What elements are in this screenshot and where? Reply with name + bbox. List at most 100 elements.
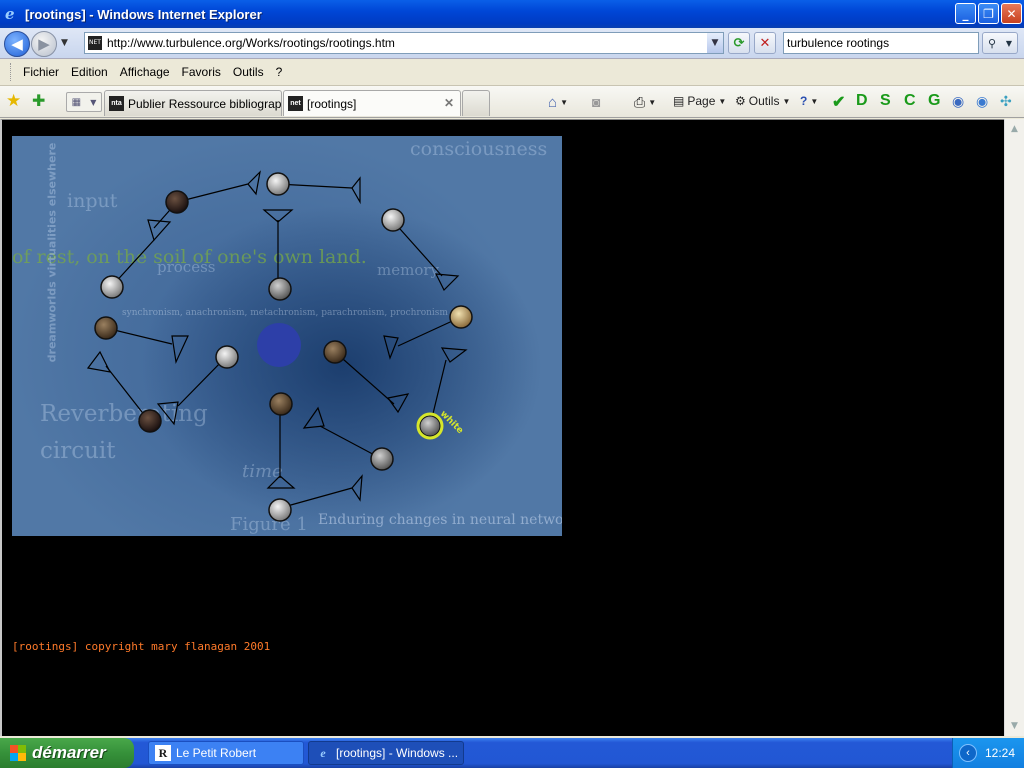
ie-icon: e [320,746,326,760]
home-button[interactable]: ⌂ ▼ [548,94,568,111]
close-tab-icon[interactable]: ✕ [444,96,454,110]
menu-help[interactable]: ? [270,65,289,79]
vertical-scrollbar[interactable]: ▲ ▼ [1004,119,1024,736]
globe-icon[interactable]: ◉ [952,93,964,110]
search-icon: ⚲ [987,36,996,50]
toolbar-c-button[interactable]: C [904,92,916,110]
scroll-up-icon[interactable]: ▲ [1007,121,1022,137]
toolbar-s-button[interactable]: S [880,92,891,110]
windows-flag-icon [10,745,26,761]
node[interactable] [268,277,292,301]
search-field[interactable] [783,32,979,54]
node[interactable] [138,409,162,433]
extension-icon[interactable]: ✣ [1000,93,1012,110]
chevron-left-icon[interactable]: ‹ [959,744,977,762]
scroll-down-icon[interactable]: ▼ [1007,718,1022,734]
node[interactable] [266,172,290,196]
page-menu-button[interactable]: ▤ Page ▼ [673,94,726,108]
arrow-right-icon: ▶ [38,35,50,53]
address-toolbar: ◀ ▶ ▼ NET ▼ ⟳ ✕ ⚲ ▼ [0,28,1024,59]
node-network[interactable]: white [12,136,562,536]
home-icon: ⌂ [548,94,558,111]
node[interactable] [100,275,124,299]
favorites-star-icon[interactable]: ★ [6,91,21,111]
close-button[interactable]: ✕ [1001,3,1022,24]
tab-favicon-icon: net [288,96,303,111]
search-input[interactable] [787,36,977,50]
print-button[interactable]: ⎙ ▼ [634,94,656,111]
menu-favoris[interactable]: Favoris [176,65,227,79]
page-content: consciousness input of rest, on the soil… [0,119,1004,736]
node[interactable] [269,392,293,416]
system-tray: ‹ 12:24 [952,738,1024,768]
tools-menu-button[interactable]: ⚙ Outils ▼ [735,94,790,108]
checkmark-icon[interactable]: ✔ [832,92,845,112]
minimize-button[interactable]: _ [955,3,976,24]
maximize-button[interactable]: ❐ [978,3,999,24]
globe-2-icon[interactable]: ◉ [976,93,988,110]
taskbar-item-label: [rootings] - Windows ... [336,746,459,760]
address-field[interactable]: NET ▼ [84,32,724,54]
help-icon: ? [800,94,808,108]
stop-button[interactable]: ✕ [754,32,776,54]
help-button[interactable]: ? ▼ [800,94,818,108]
toolbar-d-button[interactable]: D [856,92,868,110]
menu-fichier[interactable]: Fichier [17,65,65,79]
clock: 12:24 [985,746,1016,760]
tab-label: Publier Ressource bibliograph... [128,96,282,111]
title-bar: e [rootings] - Windows Internet Explorer… [0,0,1024,28]
menu-edition[interactable]: Edition [65,65,114,79]
tab-list-dropdown[interactable]: ▼ [90,98,96,107]
node[interactable] [215,345,239,369]
page-icon: ▤ [673,94,685,108]
rootings-artwork[interactable]: consciousness input of rest, on the soil… [12,136,562,536]
back-button[interactable]: ◀ [4,31,30,57]
node[interactable] [323,340,347,364]
node[interactable] [94,316,118,340]
taskbar-item-rootings[interactable]: e [rootings] - Windows ... [308,741,464,765]
address-dropdown[interactable]: ▼ [707,33,723,53]
window-title: [rootings] - Windows Internet Explorer [25,6,262,22]
history-dropdown[interactable]: ▼ [61,38,68,48]
menu-affichage[interactable]: Affichage [114,65,176,79]
window-controls: _ ❐ ✕ [955,3,1022,24]
page-menu-label: Page [687,94,716,108]
node[interactable] [268,498,292,522]
toolbar-g-button[interactable]: G [928,92,940,110]
node-selected[interactable] [419,415,441,437]
url-input[interactable] [107,36,707,50]
refresh-button[interactable]: ⟳ [728,32,750,54]
start-label: démarrer [32,743,106,762]
forward-button[interactable]: ▶ [31,31,57,57]
refresh-icon: ⟳ [733,35,745,51]
printer-icon: ⎙ [634,94,646,110]
start-button[interactable]: démarrer [0,738,134,768]
gear-icon: ⚙ [735,94,746,108]
node[interactable] [381,208,405,232]
grid-icon: ▦ [71,96,82,108]
taskbar: démarrer R Le Petit Robert e [rootings] … [0,738,1024,768]
taskbar-item-label: Le Petit Robert [176,746,257,760]
rss-icon: ◙ [592,94,601,110]
toolbar-grip [10,63,13,81]
node[interactable] [370,447,394,471]
search-button[interactable]: ⚲ ▼ [982,32,1018,54]
robert-icon: R [155,745,171,761]
new-tab-button[interactable] [462,90,490,116]
node[interactable] [449,305,473,329]
copyright-text: [rootings] copyright mary flanagan 2001 [12,640,271,653]
arrow-left-icon: ◀ [11,35,23,53]
ie-icon: e [5,5,15,23]
search-options-dropdown[interactable]: ▼ [1006,39,1012,48]
quick-tabs-button[interactable]: ▦ ▼ [66,92,102,112]
tab-publier[interactable]: nta Publier Ressource bibliograph... [104,90,282,116]
tab-rootings[interactable]: net [rootings] ✕ [283,90,461,116]
tab-favicon-icon: nta [109,96,124,111]
taskbar-item-petit-robert[interactable]: R Le Petit Robert [148,741,304,765]
add-favorite-icon[interactable]: ✚ [32,91,45,110]
node[interactable] [165,190,189,214]
center-node[interactable] [257,323,301,367]
tools-menu-label: Outils [748,94,780,108]
feeds-button[interactable]: ◙ [592,94,600,110]
menu-outils[interactable]: Outils [227,65,270,79]
